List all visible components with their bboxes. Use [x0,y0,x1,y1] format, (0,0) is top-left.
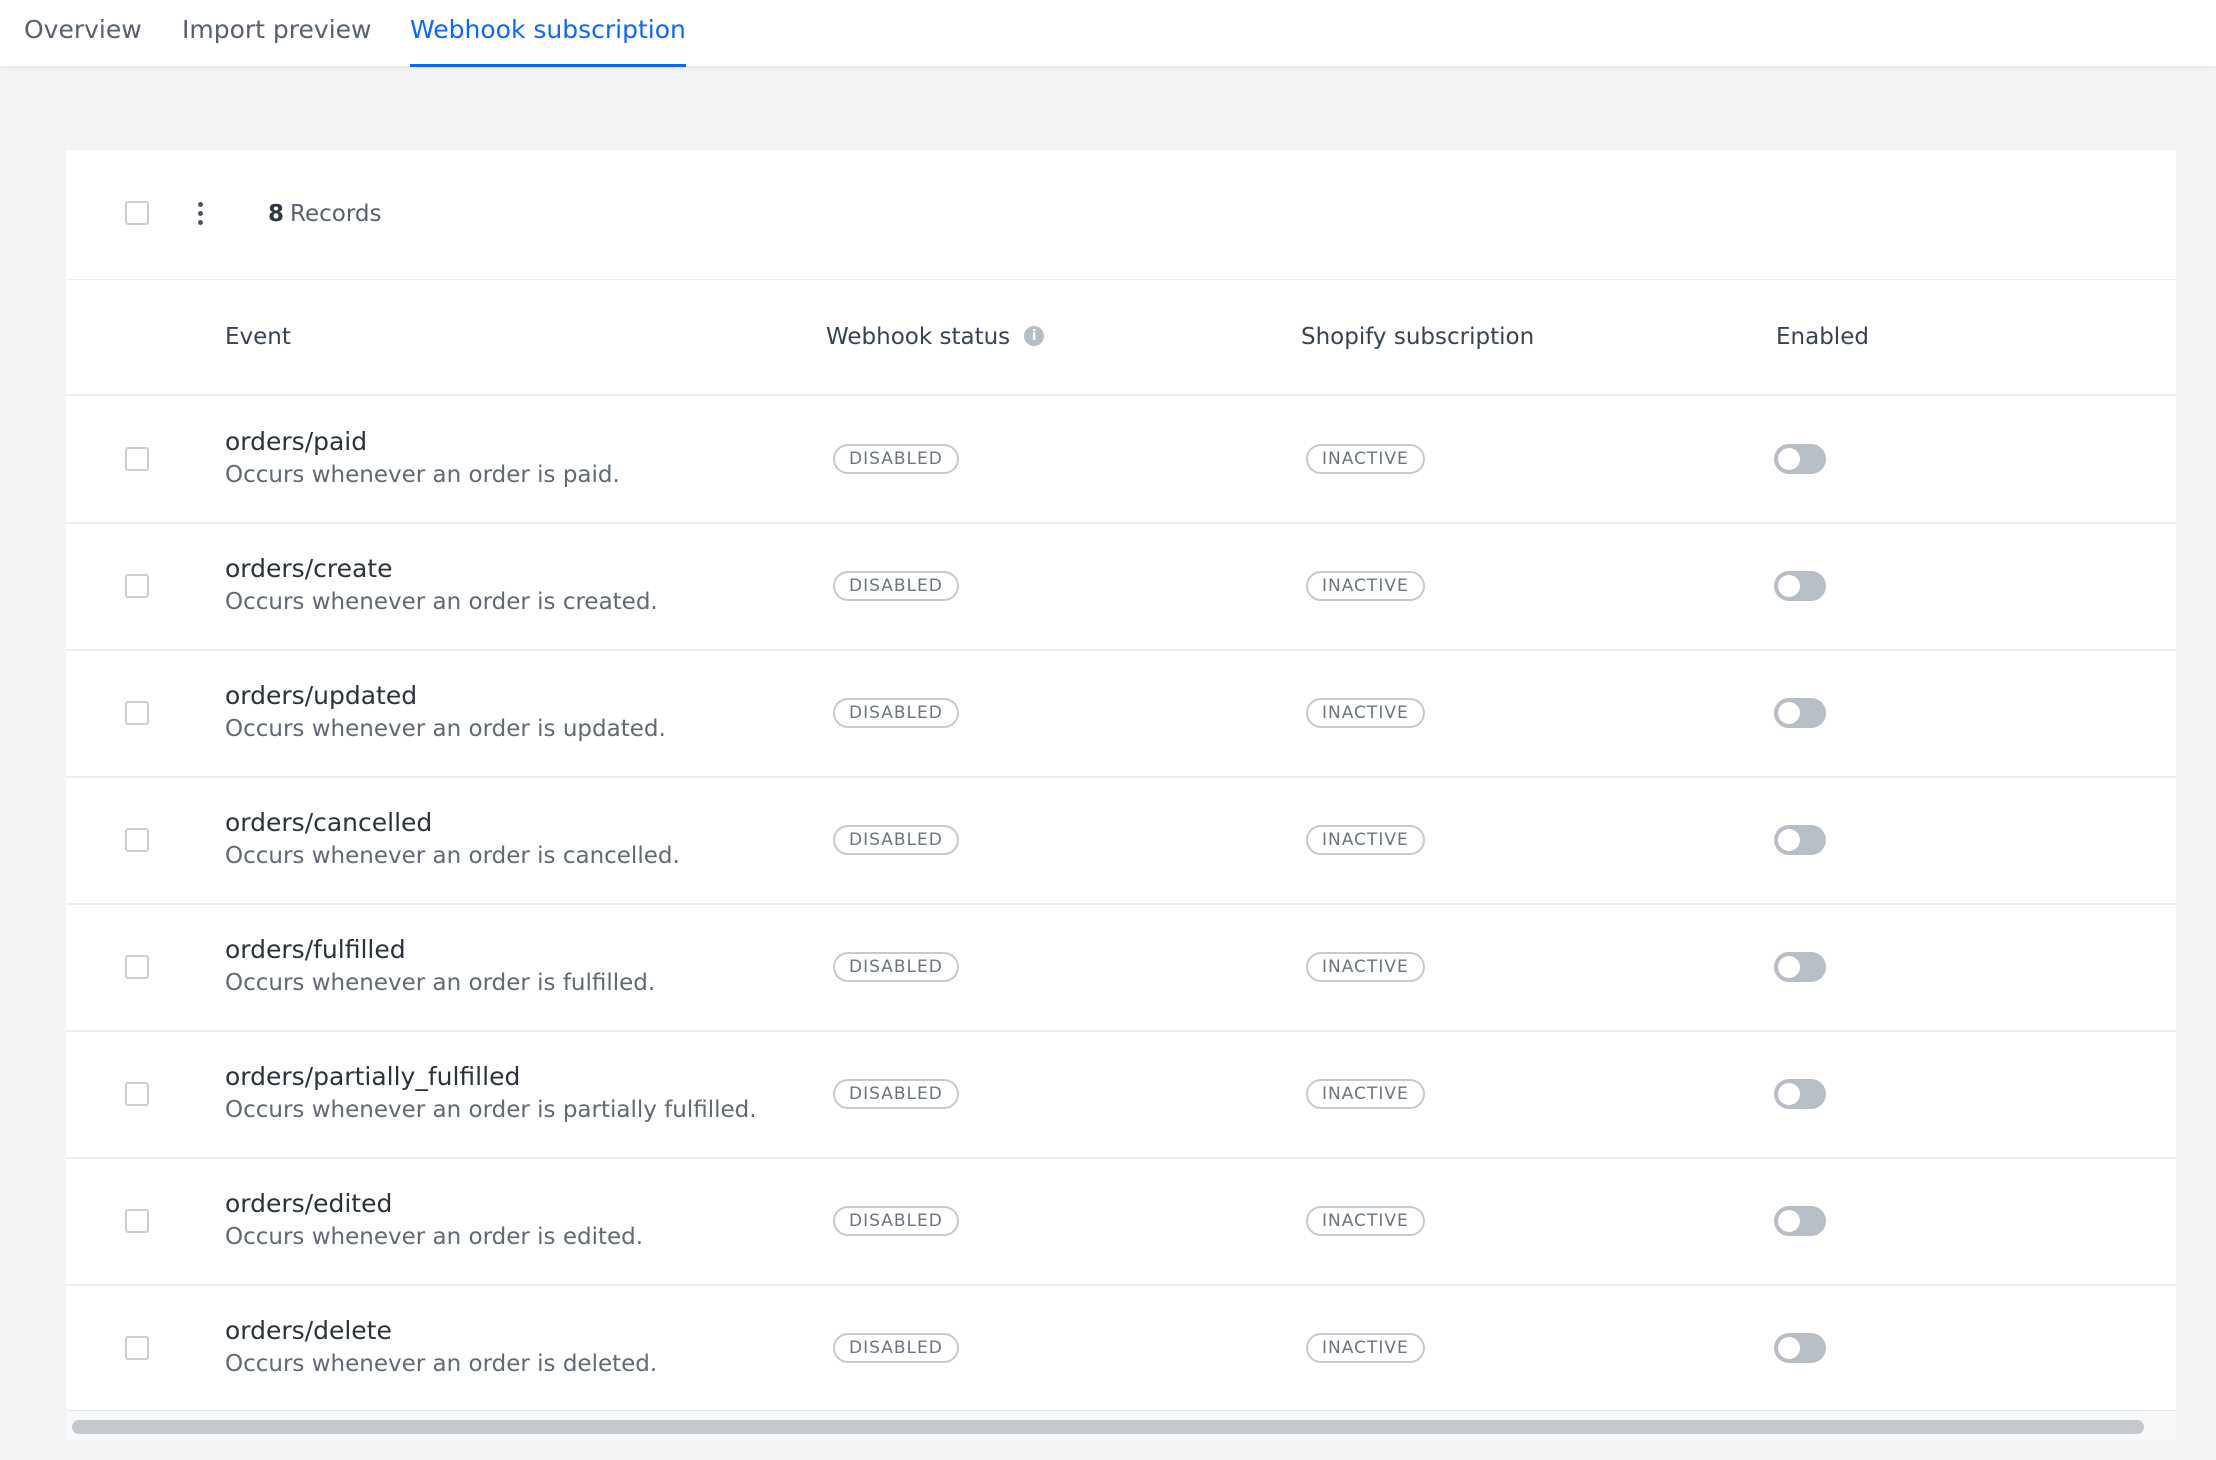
table-row: orders/partially_fulfilled Occurs whenev… [66,1031,2176,1159]
event-description: Occurs whenever an order is paid. [225,462,620,488]
column-header-event: Event [225,324,291,350]
table-toolbar: 8 Records [66,150,2176,280]
event-name: orders/updated [225,681,418,710]
row-checkbox[interactable] [125,955,149,979]
event-name: orders/edited [225,1189,393,1218]
event-name: orders/delete [225,1316,392,1345]
subscription-status-badge: INACTIVE [1306,444,1425,474]
column-header-webhook-status: Webhook status i [826,280,1045,394]
record-count-number: 8 [268,201,285,227]
enabled-toggle[interactable] [1774,698,1826,728]
row-checkbox[interactable] [125,1336,149,1360]
table-row: orders/delete Occurs whenever an order i… [66,1285,2176,1413]
webhook-status-badge: DISABLED [833,1333,959,1363]
event-description: Occurs whenever an order is created. [225,589,658,615]
kebab-menu-icon[interactable] [186,198,216,230]
select-all-checkbox[interactable] [125,201,149,225]
event-name: orders/fulfilled [225,935,406,964]
webhook-status-badge: DISABLED [833,825,959,855]
record-count: 8 Records [268,194,381,234]
event-description: Occurs whenever an order is cancelled. [225,843,680,869]
subscription-status-badge: INACTIVE [1306,825,1425,855]
event-description: Occurs whenever an order is deleted. [225,1351,658,1377]
event-name: orders/partially_fulfilled [225,1062,521,1091]
column-header-webhook-status-label: Webhook status [826,324,1011,350]
record-count-label: Records [290,201,382,227]
subscription-status-badge: INACTIVE [1306,1079,1425,1109]
enabled-toggle[interactable] [1774,1079,1826,1109]
table-row: orders/create Occurs whenever an order i… [66,523,2176,651]
webhook-status-badge: DISABLED [833,444,959,474]
row-checkbox[interactable] [125,574,149,598]
webhook-table-card: 8 Records Event Webhook status i Shopify s… [66,150,2176,1440]
event-name: orders/paid [225,427,368,456]
table-row: orders/updated Occurs whenever an order … [66,650,2176,778]
subscription-status-badge: INACTIVE [1306,952,1425,982]
table-row: orders/cancelled Occurs whenever an orde… [66,777,2176,905]
enabled-toggle[interactable] [1774,571,1826,601]
table-row: orders/paid Occurs whenever an order is … [66,396,2176,524]
horizontal-scrollbar[interactable] [66,1410,2176,1440]
enabled-toggle[interactable] [1774,1206,1826,1236]
scrollbar-thumb[interactable] [72,1420,2144,1434]
enabled-toggle[interactable] [1774,1333,1826,1363]
tab-import-preview[interactable]: Import preview [182,0,371,66]
event-description: Occurs whenever an order is partially fu… [225,1097,757,1123]
row-checkbox[interactable] [125,1209,149,1233]
event-description: Occurs whenever an order is updated. [225,716,666,742]
enabled-toggle[interactable] [1774,952,1826,982]
event-description: Occurs whenever an order is edited. [225,1224,644,1250]
info-icon[interactable]: i [1024,325,1045,346]
event-name: orders/create [225,554,393,583]
enabled-toggle[interactable] [1774,825,1826,855]
tab-bar: Overview Import preview Webhook subscrip… [0,0,2216,67]
subscription-status-badge: INACTIVE [1306,698,1425,728]
webhook-status-badge: DISABLED [833,1079,959,1109]
row-checkbox[interactable] [125,1082,149,1106]
row-checkbox[interactable] [125,447,149,471]
table-row: orders/edited Occurs whenever an order i… [66,1158,2176,1286]
table-header: Event Webhook status i Shopify subscripti… [66,280,2176,396]
webhook-status-badge: DISABLED [833,1206,959,1236]
event-name: orders/cancelled [225,808,433,837]
row-checkbox[interactable] [125,828,149,852]
row-checkbox[interactable] [125,701,149,725]
webhook-status-badge: DISABLED [833,571,959,601]
tab-webhook-subscription[interactable]: Webhook subscription [410,0,686,67]
enabled-toggle[interactable] [1774,444,1826,474]
webhook-status-badge: DISABLED [833,952,959,982]
subscription-status-badge: INACTIVE [1306,1206,1425,1236]
column-header-enabled: Enabled [1776,324,1869,350]
subscription-status-badge: INACTIVE [1306,1333,1425,1363]
subscription-status-badge: INACTIVE [1306,571,1425,601]
column-header-shopify-subscription: Shopify subscription [1301,324,1535,350]
table-row: orders/fulfilled Occurs whenever an orde… [66,904,2176,1032]
tab-overview[interactable]: Overview [24,0,142,66]
webhook-status-badge: DISABLED [833,698,959,728]
event-description: Occurs whenever an order is fulfilled. [225,970,656,996]
